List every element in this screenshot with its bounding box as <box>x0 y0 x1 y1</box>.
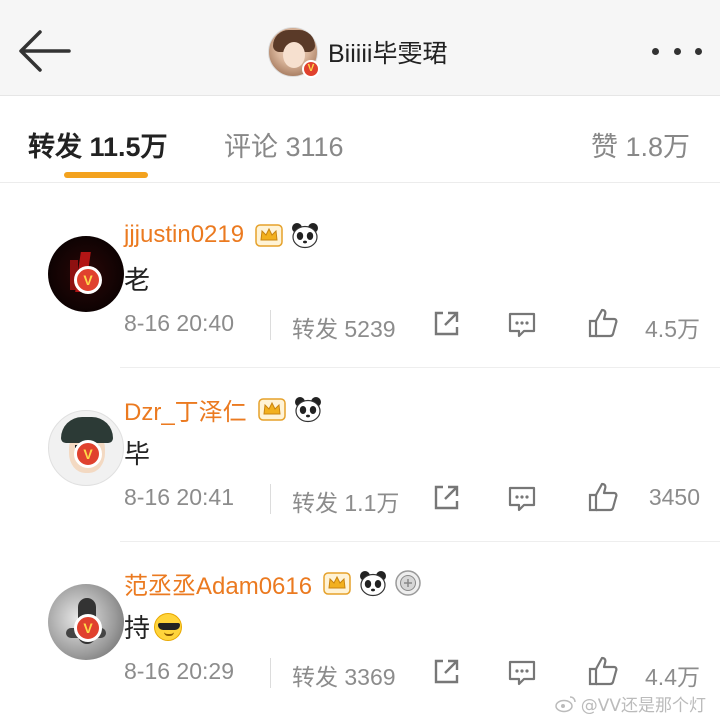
timestamp: 8-16 20:41 <box>124 484 234 510</box>
share-icon[interactable] <box>430 308 462 340</box>
more-options-icon[interactable] <box>652 38 702 64</box>
crown-icon <box>254 222 284 248</box>
username[interactable]: Dzr_丁泽仁 <box>124 392 323 427</box>
watermark-text: @VV还是那个灯 <box>580 696 706 716</box>
comment-icon[interactable] <box>506 482 538 514</box>
repost-count[interactable]: 转发 1.1万 <box>292 484 399 518</box>
divider <box>270 310 271 340</box>
author-name[interactable]: Biiiii毕雯珺 <box>328 34 447 70</box>
crown-icon <box>257 396 287 422</box>
medal-icon <box>394 569 422 597</box>
list-item[interactable]: V Dzr_丁泽仁 毕 8-16 20:41 转发 1.1万 3450 <box>0 370 720 542</box>
comment-text: 老 <box>124 266 151 296</box>
author-avatar[interactable]: V <box>268 27 320 78</box>
crown-icon <box>322 570 352 596</box>
verified-badge-icon: V <box>302 60 320 78</box>
share-icon[interactable] <box>430 482 462 514</box>
post-author[interactable]: V Biiiii毕雯珺 <box>268 26 447 78</box>
repost-count[interactable]: 转发 3369 <box>292 658 396 692</box>
repost-comment: 持 <box>124 608 183 645</box>
username[interactable]: 范丞丞Adam0616 <box>124 566 422 601</box>
repost-meta: 8-16 20:40 转发 5239 4.5万 <box>124 306 700 346</box>
weibo-logo-icon <box>554 695 577 713</box>
comment-icon[interactable] <box>506 656 538 688</box>
list-item[interactable]: V jjjustin0219 老 8-16 20:40 转发 5239 4.5万 <box>0 196 720 368</box>
timestamp: 8-16 20:40 <box>124 310 234 336</box>
verified-badge-icon: V <box>74 614 102 642</box>
top-bar: V Biiiii毕雯珺 <box>0 0 720 96</box>
username-text[interactable]: 范丞丞Adam0616 <box>124 566 312 601</box>
like-count: 4.5万 <box>645 316 700 342</box>
repost-comment: 老 <box>124 260 150 297</box>
comment-text: 持 <box>124 614 151 644</box>
thumbs-up-icon[interactable] <box>586 306 620 340</box>
tab-bar: 转发 11.5万 评论 3116 赞 1.8万 <box>0 97 720 183</box>
comment-text: 毕 <box>124 440 151 470</box>
tab-reposts[interactable]: 转发 11.5万 <box>28 125 168 164</box>
tab-comments[interactable]: 评论 3116 <box>224 125 344 164</box>
panda-icon <box>293 395 323 423</box>
repost-count[interactable]: 转发 5239 <box>292 310 396 344</box>
tab-likes[interactable]: 赞 1.8万 <box>591 125 690 164</box>
panda-icon <box>358 569 388 597</box>
verified-badge-icon: V <box>74 266 102 294</box>
comment-icon[interactable] <box>506 308 538 340</box>
username-text[interactable]: Dzr_丁泽仁 <box>124 392 247 427</box>
watermark: @VV还是那个灯 <box>554 691 706 716</box>
verified-badge-icon: V <box>74 440 102 468</box>
thumbs-up-icon[interactable] <box>586 480 620 514</box>
panda-icon <box>290 221 320 249</box>
back-arrow-icon[interactable] <box>14 26 74 76</box>
like-count: 4.4万 <box>645 664 700 690</box>
username-text[interactable]: jjjustin0219 <box>124 221 244 249</box>
username[interactable]: jjjustin0219 <box>124 220 320 250</box>
repost-meta: 8-16 20:41 转发 1.1万 3450 <box>124 480 700 520</box>
sunglasses-emoji-icon <box>154 612 183 641</box>
repost-comment: 毕 <box>124 434 150 471</box>
thumbs-up-icon[interactable] <box>586 654 620 688</box>
share-icon[interactable] <box>430 656 462 688</box>
timestamp: 8-16 20:29 <box>124 658 234 684</box>
repost-meta: 8-16 20:29 转发 3369 4.4万 <box>124 654 700 694</box>
active-tab-indicator <box>64 172 148 178</box>
like-count: 3450 <box>648 484 700 510</box>
divider <box>270 658 271 688</box>
divider <box>270 484 271 514</box>
